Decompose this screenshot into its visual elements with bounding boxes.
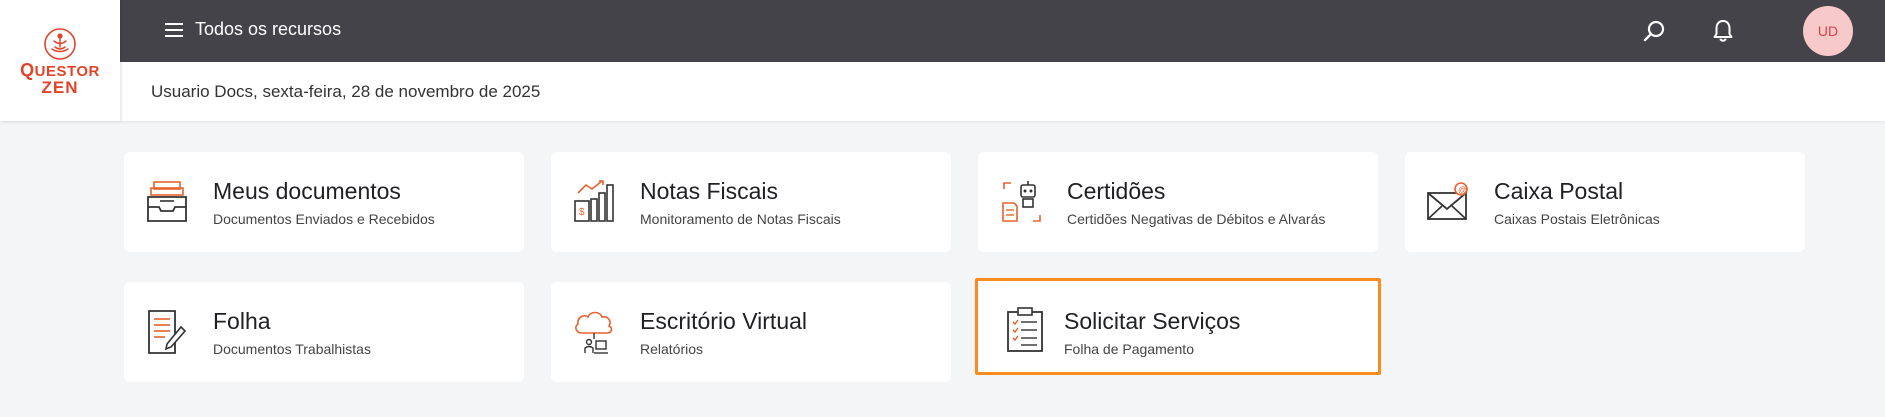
top-app-bar: Todos os recursos UD [120,0,1885,62]
card-title: Folha [213,308,271,334]
card-subtitle: Documentos Enviados e Recebidos [213,211,435,227]
greeting-bar: Usuario Docs, sexta-feira, 28 de novembr… [120,62,1885,121]
logo-wordmark-bottom: ZEN [41,78,79,97]
card-title: Escritório Virtual [640,308,808,334]
invoice-chart-icon: $ [574,180,614,222]
card-title: Certidões [1067,178,1166,204]
hamburger-menu-button[interactable] [165,21,183,39]
notifications-button[interactable] [1710,18,1736,44]
payroll-sheet-icon [148,310,187,354]
card-subtitle: Folha de Pagamento [1064,341,1194,357]
card-caixa-postal[interactable]: @ Caixa Postal Caixas Postais Eletrônica… [1405,152,1805,252]
mail-envelope-icon: @ [1427,182,1468,220]
card-solicitar-servicos[interactable]: Solicitar Serviços Folha de Pagamento [975,278,1381,375]
robot-certificate-icon [1002,181,1041,222]
hamburger-icon [165,23,183,37]
svg-text:$: $ [579,207,585,218]
clipboard-checklist-icon [1007,307,1043,352]
brand-logo[interactable]: QUESTOR ZEN [0,0,120,121]
card-escritorio-virtual[interactable]: Escritório Virtual Relatórios [551,282,951,382]
page-title: Todos os recursos [195,19,342,39]
card-title: Solicitar Serviços [1064,308,1241,334]
user-avatar[interactable]: UD [1803,6,1853,56]
document-tray-icon [147,181,187,222]
card-subtitle: Documentos Trabalhistas [213,341,371,357]
bell-icon [1713,20,1733,42]
logo-wordmark-top: QUESTOR [20,60,100,80]
card-subtitle: Certidões Negativas de Débitos e Alvarás [1067,211,1326,227]
cloud-office-icon [575,311,613,354]
search-button[interactable] [1642,18,1668,44]
card-subtitle: Caixas Postais Eletrônicas [1494,211,1660,227]
card-title: Caixa Postal [1494,178,1624,204]
card-title: Notas Fiscais [640,178,779,204]
card-subtitle: Monitoramento de Notas Fiscais [640,211,841,227]
user-greeting: Usuario Docs, sexta-feira, 28 de novembr… [151,82,541,101]
search-icon [1643,20,1665,42]
card-folha[interactable]: Folha Documentos Trabalhistas [124,282,524,382]
lotus-logo-icon [44,28,76,60]
card-title: Meus documentos [213,178,401,204]
card-subtitle: Relatórios [640,341,704,357]
card-certidoes[interactable]: Certidões Certidões Negativas de Débitos… [978,152,1378,252]
svg-text:@: @ [1458,185,1467,195]
card-meus-documentos[interactable]: Meus documentos Documentos Enviados e Re… [124,152,524,252]
card-notas-fiscais[interactable]: $ Notas Fiscais Monitoramento de Notas F… [551,152,951,252]
